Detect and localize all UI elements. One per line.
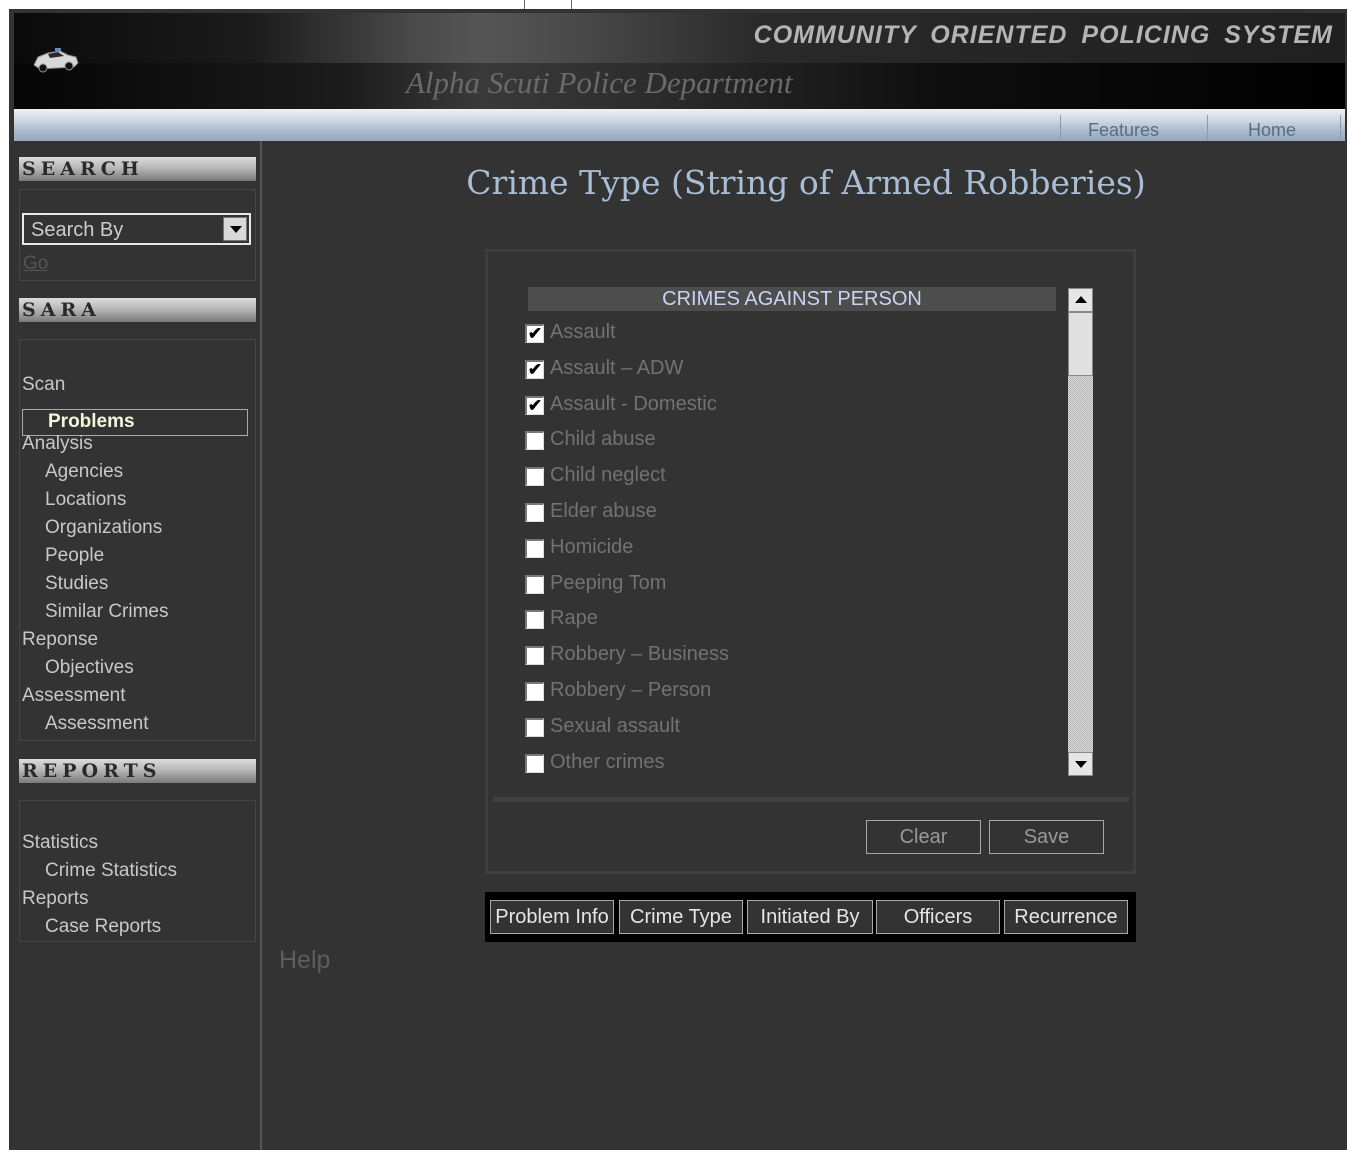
header-banner: COMMUNITY ORIENTED POLICING SYSTEM Alpha… <box>14 13 1345 109</box>
sidebar-item-case-reports[interactable]: Case Reports <box>45 916 161 938</box>
department-name: Alpha Scuti Police Department <box>406 65 793 100</box>
crime-checkbox[interactable] <box>525 539 544 558</box>
page-title: Crime Type (String of Armed Robberies) <box>466 163 1146 202</box>
sidebar-item-studies[interactable]: Studies <box>45 573 108 595</box>
crime-checkbox[interactable]: ✔ <box>525 360 544 379</box>
sidebar-item-agencies[interactable]: Agencies <box>45 461 123 483</box>
search-heading: SEARCH <box>19 157 256 181</box>
top-nav-bar: Features Home <box>14 109 1345 141</box>
crime-checkbox[interactable] <box>525 503 544 522</box>
list-header: CRIMES AGAINST PERSON <box>528 287 1056 311</box>
sidebar-item-similar-crimes[interactable]: Similar Crimes <box>45 601 169 623</box>
nav-separator <box>1207 115 1208 141</box>
list-scrollbar[interactable] <box>1068 288 1093 776</box>
sara-section <box>19 339 256 741</box>
sidebar-item-people[interactable]: People <box>45 545 104 567</box>
sidebar-item-response[interactable]: Reponse <box>22 629 98 651</box>
crime-checkbox[interactable] <box>525 646 544 665</box>
sidebar-item-statistics[interactable]: Statistics <box>22 832 98 854</box>
sidebar-item-objectives[interactable]: Objectives <box>45 657 134 679</box>
separator <box>571 0 572 9</box>
crime-checkbox[interactable] <box>525 682 544 701</box>
crime-checkbox[interactable] <box>525 754 544 773</box>
crime-checkbox[interactable]: ✔ <box>525 396 544 415</box>
tab-initiated-by[interactable]: Initiated By <box>747 900 873 934</box>
crime-label: Assault - Domestic <box>550 393 717 415</box>
crime-label: Homicide <box>550 536 634 558</box>
sidebar-item-problems-label: Problems <box>48 411 135 432</box>
tab-crime-type[interactable]: Crime Type <box>619 900 743 934</box>
search-by-value: Search By <box>31 219 124 241</box>
crime-checkbox[interactable] <box>525 431 544 450</box>
sara-heading: SARA <box>19 298 256 322</box>
sidebar-item-analysis[interactable]: Analysis <box>22 433 93 455</box>
crime-label: Child neglect <box>550 464 666 486</box>
crime-label: Robbery – Business <box>550 643 729 665</box>
sidebar-item-scan[interactable]: Scan <box>22 374 65 396</box>
section-tab-bar: Problem Info Crime Type Initiated By Off… <box>485 892 1136 942</box>
crime-label: Rape <box>550 607 598 629</box>
crime-label: Child abuse <box>550 428 656 450</box>
save-button[interactable]: Save <box>989 820 1104 854</box>
sidebar: SEARCH Search By Go SARA Scan Problems A… <box>14 141 262 1150</box>
tab-problem-info[interactable]: Problem Info <box>490 900 614 934</box>
crime-checkbox[interactable] <box>525 610 544 629</box>
nav-separator <box>1340 115 1341 141</box>
crime-label: Assault – ADW <box>550 357 684 379</box>
scroll-down-icon[interactable] <box>1068 752 1093 776</box>
crime-label: Sexual assault <box>550 715 681 737</box>
nav-home-link[interactable]: Home <box>1248 120 1296 141</box>
scroll-up-icon[interactable] <box>1068 288 1093 312</box>
sidebar-item-assessment[interactable]: Assessment <box>45 713 148 735</box>
crime-label: Robbery – Person <box>550 679 712 701</box>
sidebar-item-problems[interactable]: Problems <box>22 409 248 436</box>
crime-label: Peeping Tom <box>550 572 667 594</box>
tab-officers[interactable]: Officers <box>876 900 1000 934</box>
crime-checkbox[interactable] <box>525 718 544 737</box>
system-title: COMMUNITY ORIENTED POLICING SYSTEM <box>753 21 1333 49</box>
window-top-edge <box>0 0 1353 9</box>
police-car-icon <box>33 48 79 73</box>
crime-checkbox[interactable] <box>525 467 544 486</box>
crime-type-panel: CRIMES AGAINST PERSON ✔ Assault ✔ Assault –… <box>485 249 1136 874</box>
divider <box>493 797 1129 802</box>
nav-features-link[interactable]: Features <box>1088 120 1159 141</box>
scrollbar-thumb[interactable] <box>1068 312 1093 376</box>
tab-recurrence[interactable]: Recurrence <box>1004 900 1128 934</box>
crime-label: Assault <box>550 321 616 343</box>
crime-label: Other crimes <box>550 751 665 773</box>
separator <box>524 0 525 9</box>
crime-checkbox[interactable]: ✔ <box>525 324 544 343</box>
crime-checkbox[interactable] <box>525 575 544 594</box>
sidebar-item-organizations[interactable]: Organizations <box>45 517 162 539</box>
sidebar-item-crime-statistics[interactable]: Crime Statistics <box>45 860 177 882</box>
sidebar-item-reports[interactable]: Reports <box>22 888 89 910</box>
go-link[interactable]: Go <box>23 253 48 275</box>
reports-heading: REPORTS <box>19 759 256 783</box>
sidebar-item-assessment-group[interactable]: Assessment <box>22 685 125 707</box>
crime-label: Elder abuse <box>550 500 657 522</box>
app-frame: COMMUNITY ORIENTED POLICING SYSTEM Alpha… <box>9 9 1347 1150</box>
help-link[interactable]: Help <box>279 946 330 975</box>
search-by-dropdown[interactable]: Search By <box>22 213 251 245</box>
sidebar-item-locations[interactable]: Locations <box>45 489 126 511</box>
clear-button[interactable]: Clear <box>866 820 981 854</box>
chevron-down-icon[interactable] <box>223 217 247 241</box>
nav-separator <box>1060 115 1061 141</box>
